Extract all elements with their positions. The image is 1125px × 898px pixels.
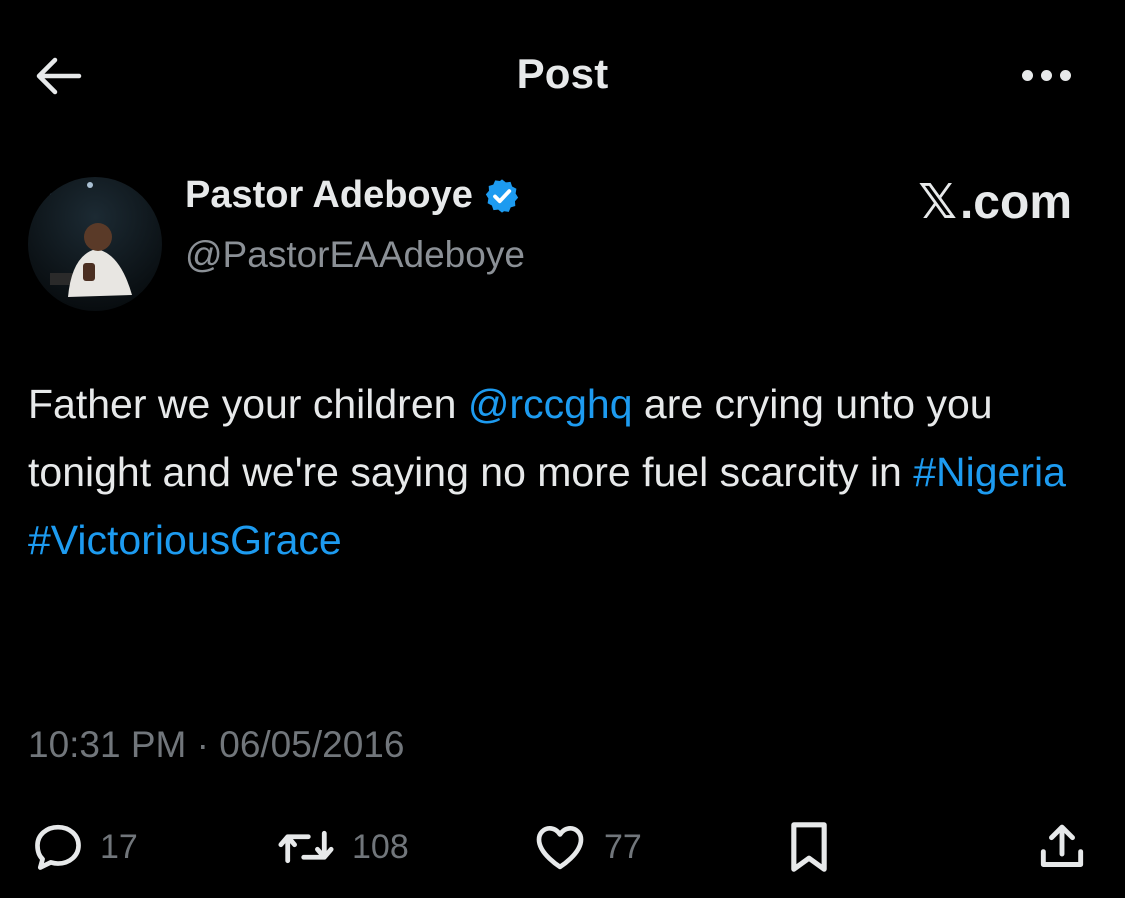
reply-button[interactable]: 17 bbox=[30, 812, 138, 882]
x-logo-icon: 𝕏 bbox=[918, 176, 957, 229]
hashtag-link[interactable]: #Nigeria bbox=[913, 449, 1066, 495]
reply-icon bbox=[35, 824, 81, 870]
x-brand-watermark: 𝕏 .com bbox=[918, 174, 1072, 230]
like-count: 77 bbox=[604, 827, 642, 866]
verified-badge-icon bbox=[485, 178, 519, 213]
share-button[interactable] bbox=[1034, 812, 1090, 882]
share-icon bbox=[1040, 824, 1084, 867]
avatar[interactable] bbox=[28, 177, 162, 311]
display-name[interactable]: Pastor Adeboye bbox=[185, 174, 473, 217]
reply-count: 17 bbox=[100, 827, 138, 866]
tweet-text: Father we your children @rccghq are cryi… bbox=[28, 370, 1108, 574]
action-bar: 17 108 77 bbox=[0, 812, 1125, 882]
repost-icon bbox=[278, 830, 334, 864]
post-header: Post bbox=[0, 0, 1125, 150]
repost-button[interactable]: 108 bbox=[274, 812, 409, 882]
avatar-photo bbox=[28, 177, 162, 311]
hashtag-link[interactable]: #VictoriousGrace bbox=[28, 517, 342, 563]
mention-link[interactable]: @rccghq bbox=[468, 381, 633, 427]
like-button[interactable]: 77 bbox=[530, 812, 642, 882]
page-title: Post bbox=[516, 50, 609, 97]
bookmark-button[interactable] bbox=[784, 812, 834, 882]
post-timestamp[interactable]: 10:31 PM · 06/05/2016 bbox=[28, 724, 404, 766]
more-options-button[interactable] bbox=[1011, 60, 1081, 90]
bookmark-icon bbox=[791, 822, 827, 872]
author-handle[interactable]: @PastorEAAdeboye bbox=[185, 234, 525, 276]
display-name-row: Pastor Adeboye bbox=[185, 174, 521, 217]
brand-domain: .com bbox=[959, 175, 1072, 229]
more-horizontal-icon bbox=[1021, 69, 1033, 81]
repost-count: 108 bbox=[352, 827, 409, 866]
author-row: Pastor Adeboye @PastorEAAdeboye 𝕏 .com bbox=[28, 172, 1098, 311]
heart-icon bbox=[536, 826, 584, 870]
tweet-text-part: Father we your children bbox=[28, 381, 468, 427]
